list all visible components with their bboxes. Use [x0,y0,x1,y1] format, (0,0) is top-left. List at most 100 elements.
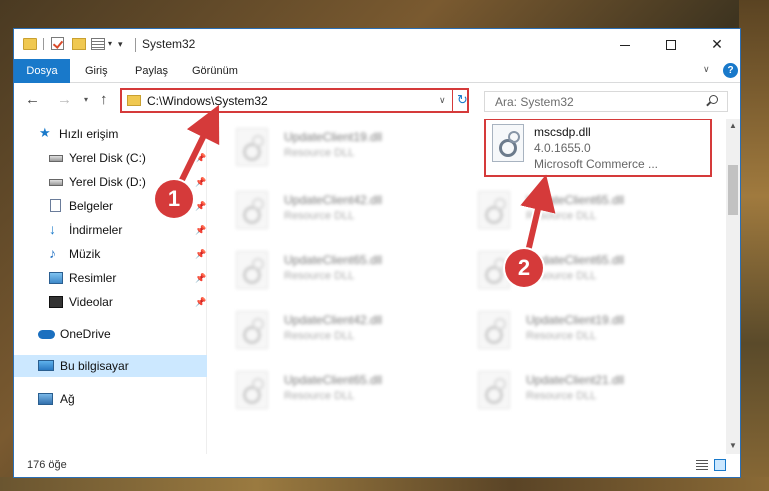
window-title: System32 [142,37,196,51]
view-options-icon[interactable] [91,38,105,50]
details-view-icon[interactable] [696,460,708,470]
pin-icon[interactable]: 📌 [195,243,206,265]
sidebar-item-onedrive[interactable]: OneDrive [14,323,207,345]
minimize-icon [620,44,630,46]
file-name: UpdateClient42.dll [284,193,383,207]
file-list: UpdateClient19.dll Resource DLL UpdateCl… [208,119,726,454]
folder-icon [23,38,37,50]
download-icon: ↓ [49,221,56,237]
close-button[interactable]: ✕ [694,29,740,59]
file-name: UpdateClient65.dll [284,253,383,267]
sidebar-item-label: Resimler [69,271,117,285]
file-tile[interactable]: UpdateClient42.dll Resource DLL [228,305,458,355]
navigation-pane: ★ Hızlı erişim Yerel Disk (C:) 📌 Yerel D… [14,119,207,454]
file-tile[interactable]: UpdateClient65.dll Resource DLL [228,365,458,415]
address-separator [452,90,453,111]
maximize-button[interactable] [648,29,694,59]
dll-file-icon [478,311,510,349]
file-description: Resource DLL [284,390,355,402]
expand-ribbon-icon[interactable]: ∨ [703,64,710,75]
new-folder-icon[interactable] [72,38,86,50]
pin-icon[interactable]: 📌 [195,195,206,217]
file-description: Resource DLL [526,390,597,402]
pin-icon[interactable]: 📌 [195,171,206,193]
tab-view[interactable]: Görünüm [192,59,238,83]
title-bar: ▾ ▾ System32 ✕ [14,29,740,59]
sidebar-item-network[interactable]: Ağ [14,388,207,410]
file-tile[interactable]: UpdateClient19.dll Resource DLL [470,305,700,355]
drive-icon [49,155,63,162]
sidebar-item-pictures[interactable]: Resimler 📌 [14,267,207,289]
file-description: Resource DLL [284,210,355,222]
sidebar-item-music[interactable]: ♪ Müzik 📌 [14,243,207,265]
sidebar-item-local-disk-c[interactable]: Yerel Disk (C:) 📌 [14,147,207,169]
tab-file[interactable]: Dosya [14,59,70,83]
address-dropdown-icon[interactable]: ∨ [439,95,446,106]
minimize-button[interactable] [602,29,648,59]
file-description: Resource DLL [284,147,355,159]
title-separator [135,38,136,52]
file-tile[interactable]: UpdateClient19.dll Resource DLL [228,122,458,172]
sidebar-item-this-pc[interactable]: Bu bilgisayar [14,355,207,377]
sidebar-item-label: Videolar [69,295,113,309]
scroll-up-icon[interactable]: ▲ [729,121,737,130]
file-description: Resource DLL [284,330,355,342]
file-tile[interactable]: UpdateClient65.dll Resource DLL [228,245,458,295]
address-bar[interactable]: C:\Windows\System32 ∨ ↻ [120,88,469,113]
pin-icon[interactable]: 📌 [195,219,206,241]
file-tile[interactable]: UpdateClient65.dll Resource DLL [470,185,700,235]
pin-icon[interactable]: 📌 [195,291,206,313]
sidebar-item-downloads[interactable]: ↓ İndirmeler 📌 [14,219,207,241]
properties-check-icon[interactable] [51,37,64,50]
pin-icon[interactable]: 📌 [195,267,206,289]
scroll-down-icon[interactable]: ▼ [729,441,737,450]
pin-icon[interactable]: 📌 [195,147,206,169]
star-icon: ★ [39,125,51,140]
refresh-icon[interactable]: ↻ [457,92,468,108]
file-explorer-window: ▾ ▾ System32 ✕ Dosya Giriş Paylaş Görünü… [13,28,741,478]
help-icon[interactable]: ? [723,63,738,78]
tiles-view-icon[interactable] [714,459,726,471]
sidebar-item-quick-access[interactable]: ★ Hızlı erişim [14,123,207,145]
dll-file-icon [492,124,524,162]
dll-file-icon [236,128,268,166]
search-input[interactable]: Ara: System32 [484,91,728,112]
folder-icon [127,95,141,106]
search-icon[interactable] [709,95,718,104]
file-name: UpdateClient65.dll [526,193,625,207]
file-description: Resource DLL [526,330,597,342]
cloud-icon [38,330,55,339]
sidebar-item-label: OneDrive [60,327,111,341]
vertical-scrollbar[interactable]: ▲ ▼ [726,119,740,454]
quick-access-separator [43,38,44,50]
sidebar-item-videos[interactable]: Videolar 📌 [14,291,207,313]
file-name: UpdateClient42.dll [284,313,383,327]
chevron-down-icon[interactable]: ▾ [108,39,112,55]
dll-file-icon [236,191,268,229]
back-arrow-icon[interactable]: ← [25,91,40,108]
file-description: Resource DLL [526,210,597,222]
file-name: UpdateClient19.dll [526,313,625,327]
sidebar-item-label: Yerel Disk (D:) [69,175,146,189]
file-version: 4.0.1655.0 [534,141,591,155]
scroll-thumb[interactable] [728,165,738,215]
customize-toolbar-icon[interactable]: ▾ [118,39,123,55]
file-name: mscsdp.dll [534,125,591,139]
file-tile[interactable]: UpdateClient21.dll Resource DLL [470,365,700,415]
ribbon-tabs: Dosya Giriş Paylaş Görünüm ∨ ? [14,59,740,83]
tab-home[interactable]: Giriş [85,59,108,83]
sidebar-item-label: Hızlı erişim [59,127,119,141]
drive-icon [49,179,63,186]
file-tile[interactable]: UpdateClient42.dll Resource DLL [228,185,458,235]
close-icon: ✕ [711,36,723,52]
file-description: Microsoft Commerce ... [534,157,659,171]
address-path[interactable]: C:\Windows\System32 [147,94,268,108]
file-tile-mscsdp[interactable]: mscsdp.dll 4.0.1655.0 Microsoft Commerce… [484,119,712,177]
tab-share[interactable]: Paylaş [135,59,168,83]
sidebar-item-label: Ağ [60,392,75,406]
up-arrow-icon[interactable]: ↑ [100,91,108,108]
forward-arrow-icon[interactable]: → [57,91,72,108]
file-name: UpdateClient19.dll [284,130,383,144]
recent-locations-icon[interactable]: ▾ [84,95,88,104]
music-icon: ♪ [49,245,56,261]
